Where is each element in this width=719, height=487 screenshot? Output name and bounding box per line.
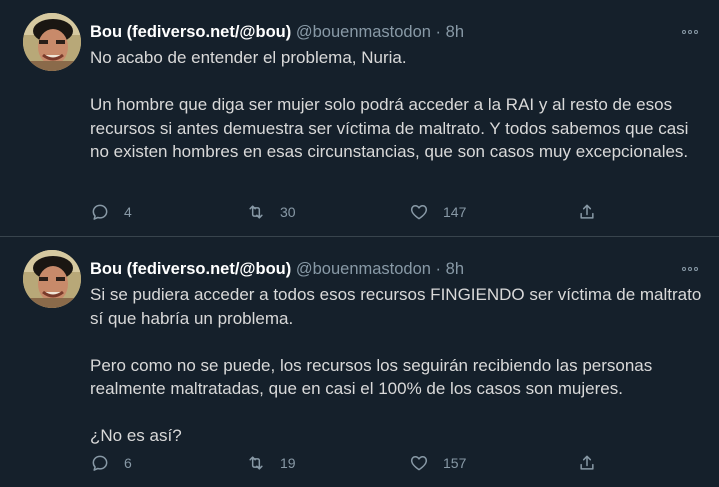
reply-icon — [92, 455, 108, 471]
retweet-icon — [249, 205, 263, 219]
tweet-paragraph: ¿No es así? — [90, 426, 182, 445]
retweet-count: 30 — [280, 204, 296, 220]
tweet-paragraph: Pero como no se puede, los recursos los … — [90, 355, 653, 399]
reply-icon — [92, 204, 108, 220]
avatar[interactable] — [23, 13, 81, 71]
tweet-header: Bou (fediverso.net/@bou) @bouenmastodon … — [90, 21, 464, 43]
more-icon[interactable] — [679, 21, 701, 43]
retweet-icon — [249, 456, 263, 470]
author-handle[interactable]: @bouenmastodon — [296, 23, 431, 41]
timestamp[interactable]: 8h — [446, 260, 464, 278]
share-button[interactable] — [577, 451, 597, 475]
author-name[interactable]: Bou (fediverso.net/@bou) — [90, 23, 291, 41]
like-count: 147 — [443, 204, 467, 220]
retweet-button[interactable]: 30 — [246, 200, 296, 224]
reply-count: 4 — [124, 204, 132, 220]
like-icon — [410, 205, 428, 220]
reply-button[interactable]: 6 — [90, 451, 132, 475]
tweet-text: No acabo de entender el problema, Nuria.… — [90, 46, 710, 164]
share-icon — [580, 204, 594, 219]
tweet-paragraph: Si se pudiera acceder a todos esos recur… — [90, 285, 702, 328]
reply-count: 6 — [124, 455, 132, 471]
like-icon — [410, 456, 428, 471]
timestamp[interactable]: 8h — [446, 23, 464, 41]
share-button[interactable] — [577, 200, 597, 224]
tweet[interactable]: Bou (fediverso.net/@bou) @bouenmastodon … — [0, 0, 719, 237]
tweet-paragraph: No acabo de entender el problema, Nuria. — [90, 48, 407, 67]
tweet[interactable]: Bou (fediverso.net/@bou) @bouenmastodon … — [0, 237, 719, 487]
reply-button[interactable]: 4 — [90, 200, 132, 224]
like-button[interactable]: 147 — [409, 200, 466, 224]
separator: · — [435, 260, 442, 278]
author-handle[interactable]: @bouenmastodon — [296, 260, 431, 278]
tweet-actions: 4 30 147 — [90, 200, 610, 224]
tweet-paragraph: Un hombre que diga ser mujer solo podrá … — [90, 95, 689, 161]
retweet-button[interactable]: 19 — [246, 451, 296, 475]
share-icon — [580, 455, 594, 470]
avatar[interactable] — [23, 250, 81, 308]
more-icon[interactable] — [679, 258, 701, 280]
author-name[interactable]: Bou (fediverso.net/@bou) — [90, 260, 291, 278]
tweet-text: Si se pudiera acceder a todos esos recur… — [90, 283, 710, 448]
separator: · — [435, 23, 442, 41]
like-button[interactable]: 157 — [409, 451, 466, 475]
tweet-header: Bou (fediverso.net/@bou) @bouenmastodon … — [90, 258, 464, 280]
tweet-actions: 6 19 157 — [90, 451, 610, 475]
retweet-count: 19 — [280, 455, 296, 471]
like-count: 157 — [443, 455, 467, 471]
